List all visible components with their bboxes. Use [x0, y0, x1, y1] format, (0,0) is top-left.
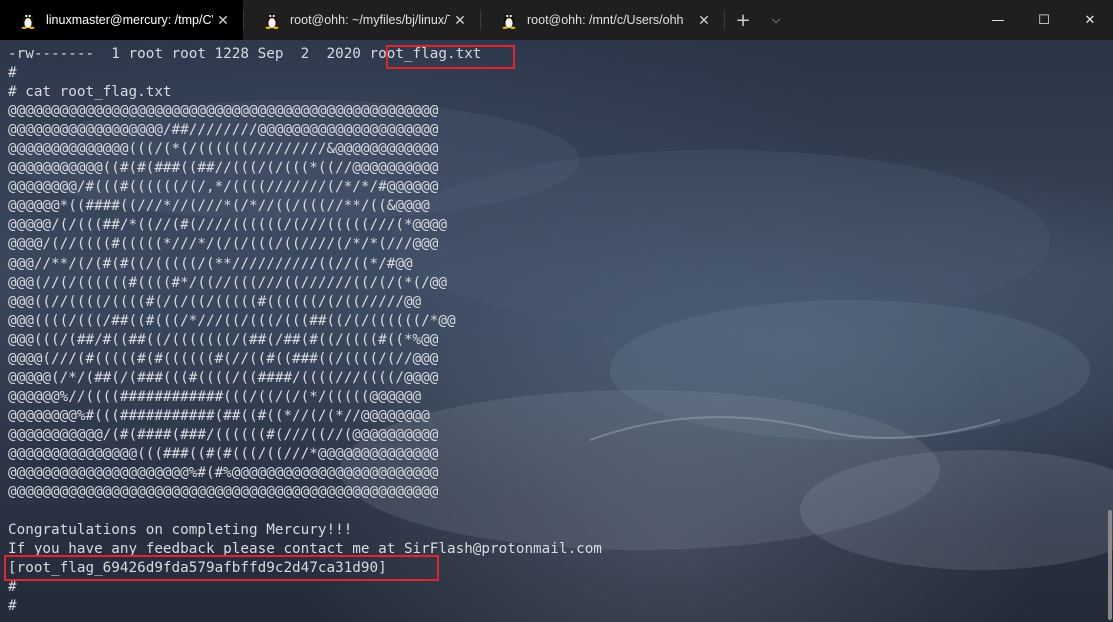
tab-label: linuxmaster@mercury: /tmp/CV [46, 13, 213, 27]
ascii-art-line: @@@(//(/((((((#((((#*/((//(((///((//////… [8, 274, 447, 291]
ascii-art-line: @@@@@@@@@@@@@@@@@@@@@@@@@@@@@@@@@@@@@@@@… [8, 484, 439, 501]
ascii-art-line: @@@@@@@@@@@((#(#(###((##//(((/(/(((*((//… [8, 160, 439, 177]
tux-icon [21, 14, 35, 29]
ascii-art-line: @@@((((/(((/##((#(((/*///((/(((/(((##((/… [8, 312, 456, 329]
ascii-art-line: @@@@@@@@/#(((#((((((/(/,*/((((///////(/*… [8, 179, 439, 196]
minimize-button[interactable]: — [975, 0, 1021, 40]
scrollbar[interactable] [1108, 510, 1112, 620]
titlebar-drag-area[interactable] [791, 0, 975, 40]
close-icon[interactable]: ✕ [694, 12, 714, 29]
tab-label: root@ohh: /mnt/c/Users/ohh [527, 13, 684, 27]
ascii-art-line: @@@@@(/*/(##(/(###(((#((((/((####/((((//… [8, 369, 439, 386]
ascii-art-line: @@@@@@*((####((///*//(///*(/*//((/(((//*… [8, 198, 430, 215]
terminal-prompt: # [8, 598, 17, 615]
tab-root-mnt[interactable]: root@ohh: /mnt/c/Users/ohh ✕ [481, 0, 724, 40]
maximize-button[interactable]: ☐ [1021, 0, 1067, 40]
tab-label: root@ohh: ~/myfiles/bj/linux/Tl [290, 13, 450, 27]
tux-icon [502, 14, 516, 29]
terminal-line: # cat root_flag.txt [8, 84, 172, 101]
congrats-message: Congratulations on completing Mercury!!! [8, 522, 353, 539]
terminal-line: # [8, 65, 17, 82]
ascii-art-line: @@@((//((((/((((#(/(/((/(((((#((((((/(/(… [8, 293, 422, 310]
tab-root-myfiles[interactable]: root@ohh: ~/myfiles/bj/linux/Tl ✕ [244, 0, 480, 40]
ascii-art-line: @@@@@@@@@@@@@@@@@@@@@@@@@@@@@@@@@@@@@@@@… [8, 103, 439, 120]
ascii-art-line: @@@@@@@@%#(((###########(##((#((*//(/(*/… [8, 407, 430, 424]
tab-bar: linuxmaster@mercury: /tmp/CV ✕ root@ohh:… [0, 0, 1113, 40]
ascii-art-line: @@@@@@@@@@@@@@@(((###((#(#(((/((///*@@@@… [8, 445, 439, 462]
ascii-art-line: @@@(((/(##/#((##((/(((((((/(##(/##(#((/(… [8, 331, 439, 348]
chevron-down-icon[interactable]: ⌵ [761, 0, 791, 40]
ascii-art-line: @@@@@@@@@@@@@@(((/(*(/((((((/////////&@@… [8, 141, 439, 158]
close-icon[interactable]: ✕ [213, 12, 233, 29]
new-tab-button[interactable]: + [725, 0, 761, 40]
ascii-art-line: @@@@@@%//((((############(((/((/(/(*/(((… [8, 388, 422, 405]
terminal-pane[interactable]: -rw------- 1 root root 1228 Sep 2 2020 r… [0, 40, 1113, 622]
flag-highlight-box [4, 555, 439, 581]
terminal-prompt: # [8, 579, 17, 596]
window-close-button[interactable]: ✕ [1067, 0, 1113, 40]
ascii-art-line: @@@@@/(/(((##/*((//(#(////((((((/(///(((… [8, 217, 447, 234]
filename-highlight-box [386, 45, 515, 69]
tab-linuxmaster[interactable]: linuxmaster@mercury: /tmp/CV ✕ [0, 0, 243, 40]
ascii-art-line: @@@@@@@@@@@/(#(####(###/((((((#(///((//(… [8, 426, 439, 443]
ascii-art-line: @@@//**/(/(#(#((/(((((/(**//////////((//… [8, 255, 413, 272]
ascii-art-line: @@@@@@@@@@@@@@@@@@@@@%#(#%@@@@@@@@@@@@@@… [8, 465, 439, 482]
ascii-art-line: @@@@/(//((((#(((((*///*/(/(/(((/((////(/… [8, 236, 439, 253]
close-icon[interactable]: ✕ [450, 12, 470, 29]
ascii-art-line: @@@@@@@@@@@@@@@@@@/##////////@@@@@@@@@@@… [8, 122, 439, 139]
tux-icon [265, 14, 279, 29]
ascii-art-line: @@@@(///(#(((((#(#((((((#(//((#((###((/(… [8, 350, 439, 367]
terminal-output: -rw------- 1 root root 1228 Sep 2 2020 r… [8, 45, 602, 616]
